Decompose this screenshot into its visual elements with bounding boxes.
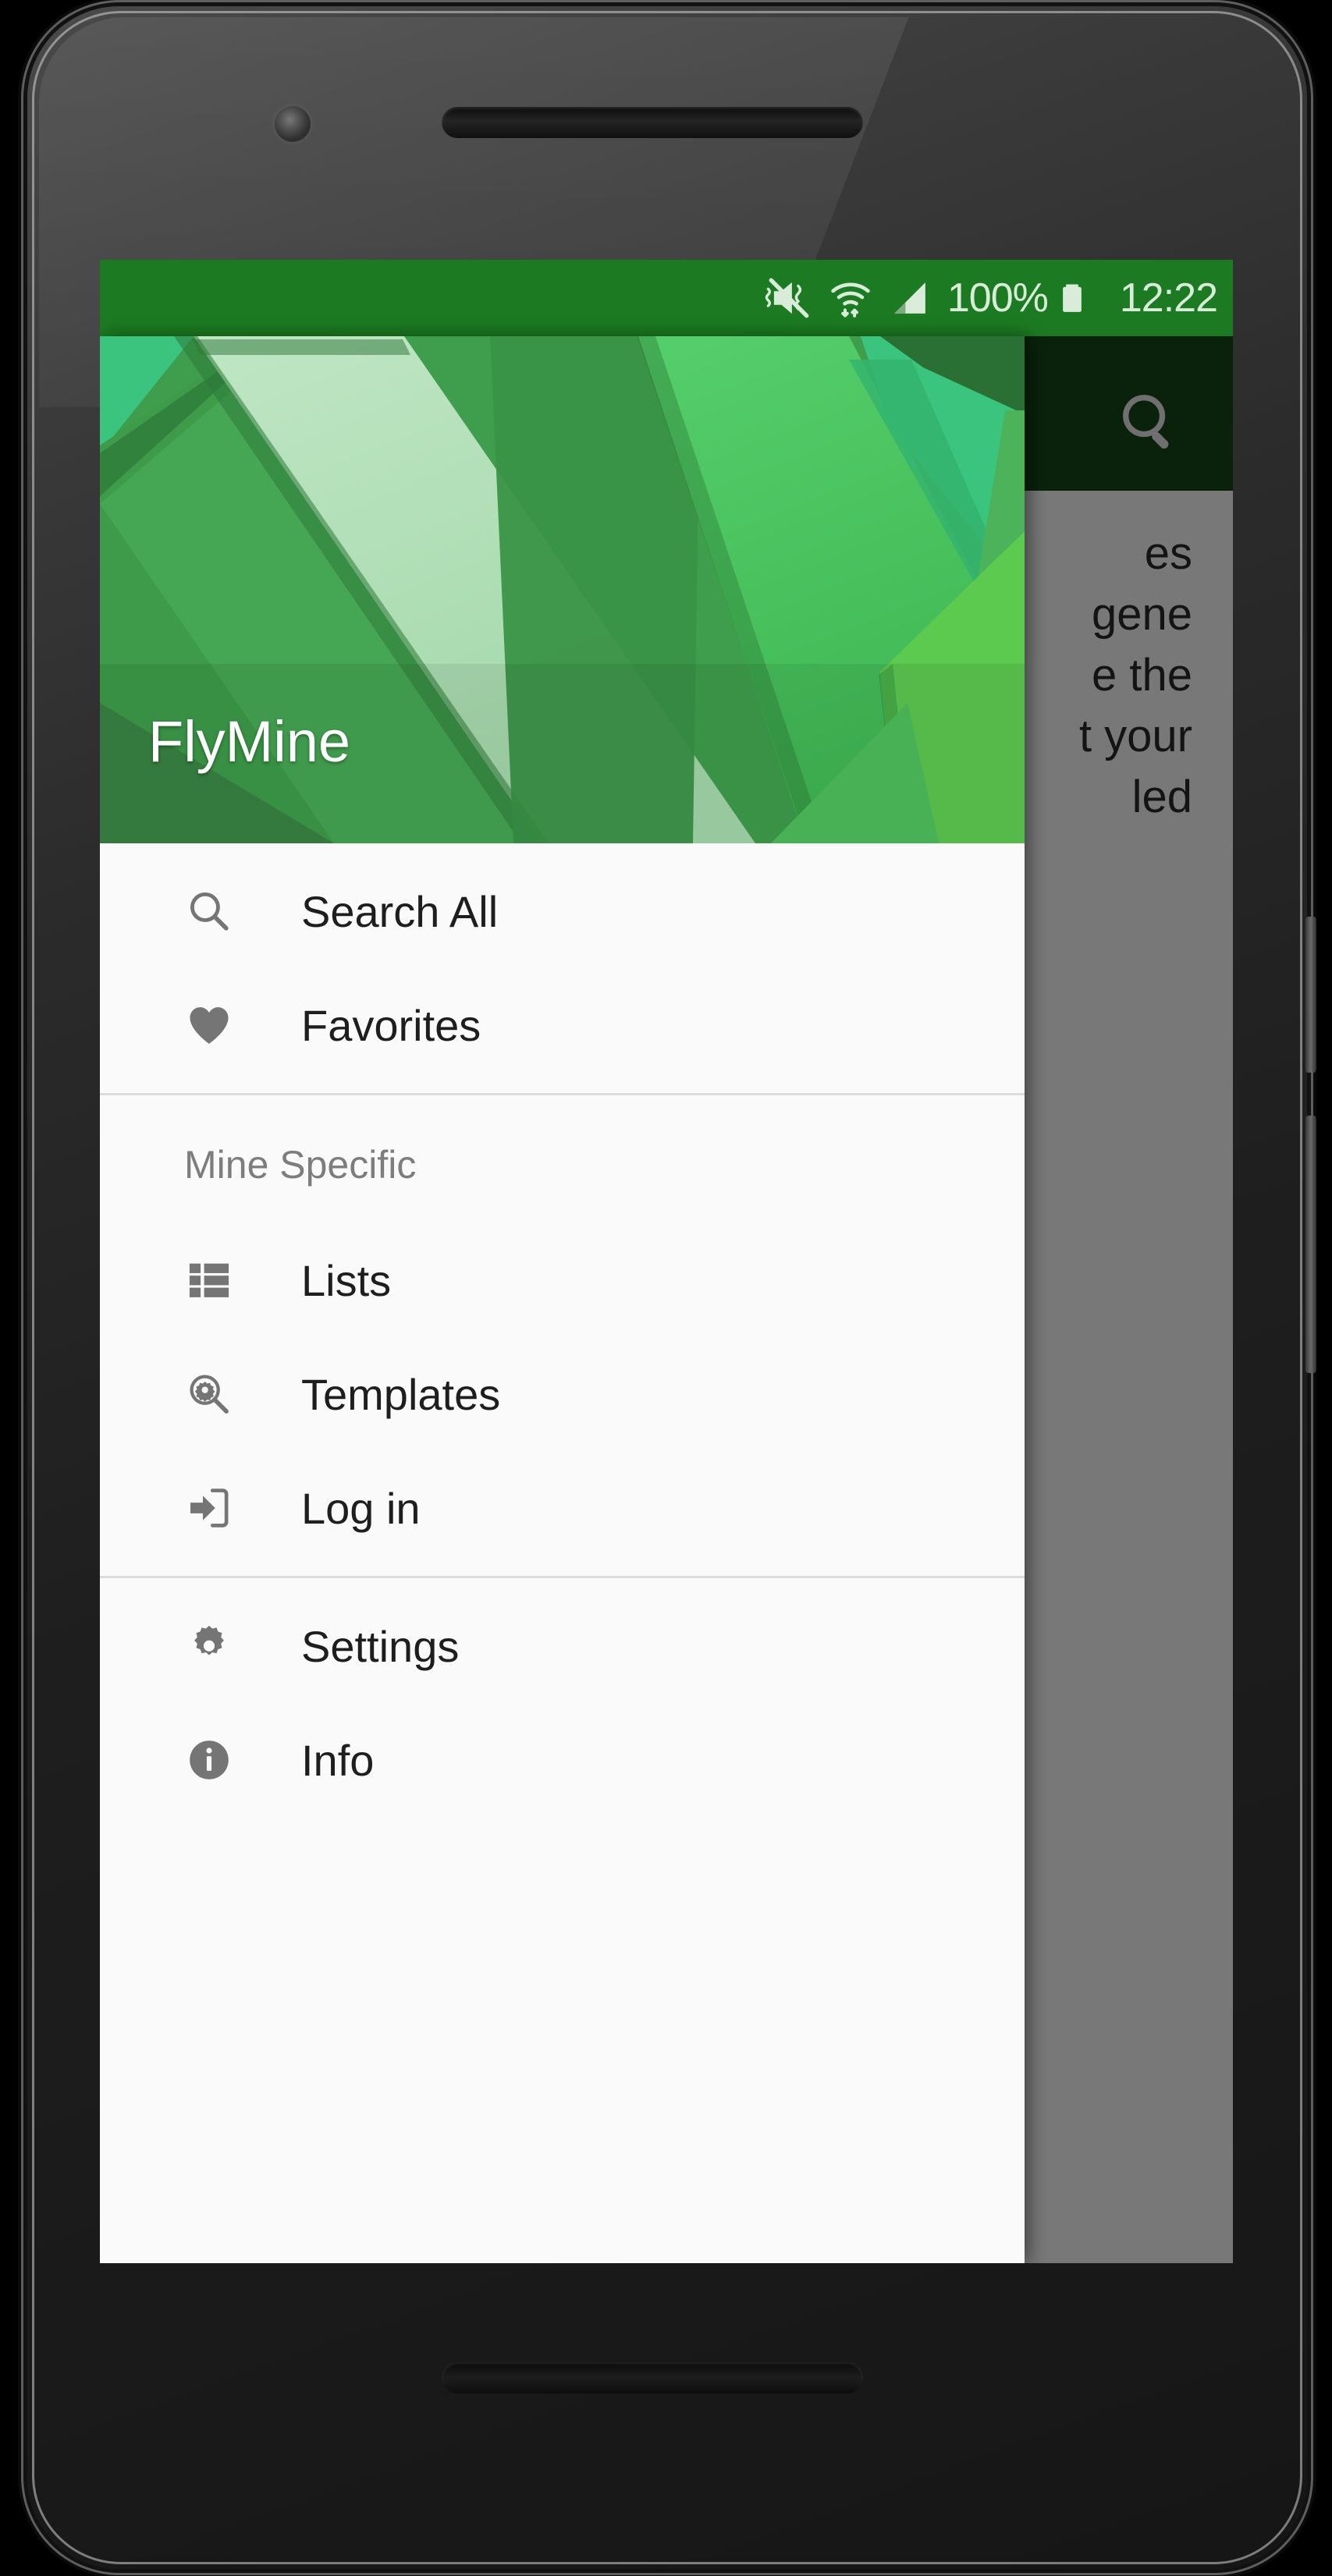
drawer-item-settings[interactable]: Settings (100, 1589, 1025, 1703)
navigation-drawer: FlyMine Search All Favorites Mine Specif… (100, 336, 1025, 2263)
drawer-item-favorites[interactable]: Favorites (100, 968, 1025, 1082)
toolbar-search-button[interactable] (1106, 378, 1192, 464)
bottom-speaker (442, 2362, 863, 2393)
battery-icon (1053, 279, 1092, 318)
drawer-item-log-in[interactable]: Log in (100, 1451, 1025, 1565)
drawer-title-flymine: FlyMine (148, 709, 351, 774)
gear-icon (184, 1621, 245, 1671)
drawer-item-label: Templates (301, 1369, 501, 1419)
drawer-item-label: Lists (301, 1255, 392, 1305)
volume-button[interactable] (1305, 1116, 1316, 1373)
drawer-group-primary: Search All Favorites (100, 843, 1025, 1093)
status-bar: 100% 12:22 (100, 260, 1233, 336)
drawer-item-label: Settings (301, 1621, 460, 1671)
phone-screen: es gene e the t your led (100, 260, 1233, 2263)
drawer-header[interactable]: FlyMine (100, 336, 1025, 843)
drawer-item-label: Log in (301, 1483, 421, 1533)
drawer-item-label: Search All (301, 886, 499, 936)
power-button[interactable] (1305, 917, 1316, 1073)
drawer-item-templates[interactable]: Templates (100, 1337, 1025, 1451)
drawer-section-header-mine-specific: Mine Specific (184, 1143, 417, 1187)
status-clock: 12:22 (1119, 275, 1218, 321)
search-icon (184, 886, 245, 936)
gear-magnifier-icon (184, 1369, 245, 1419)
info-circle-icon (184, 1735, 245, 1785)
battery-percent-label: 100% (947, 275, 1049, 321)
drawer-item-search-all[interactable]: Search All (100, 854, 1025, 968)
drawer-item-lists[interactable]: Lists (100, 1223, 1025, 1337)
drawer-item-info[interactable]: Info (100, 1703, 1025, 1817)
drawer-item-label: Info (301, 1735, 375, 1785)
search-icon (1123, 395, 1169, 449)
drawer-group-system: Settings Info (100, 1578, 1025, 1828)
drawer-group-mine-specific: Mine Specific Lists Templates Log in (100, 1095, 1025, 1576)
wifi-icon (829, 276, 872, 320)
list-grid-icon (184, 1255, 245, 1305)
front-camera-icon (275, 106, 311, 142)
vibrate-mute-icon (765, 274, 813, 322)
login-arrow-icon (184, 1483, 245, 1533)
drawer-item-label: Favorites (301, 1000, 481, 1050)
earpiece-speaker (442, 107, 863, 138)
heart-icon (184, 1000, 245, 1050)
cell-signal-icon (888, 276, 932, 320)
